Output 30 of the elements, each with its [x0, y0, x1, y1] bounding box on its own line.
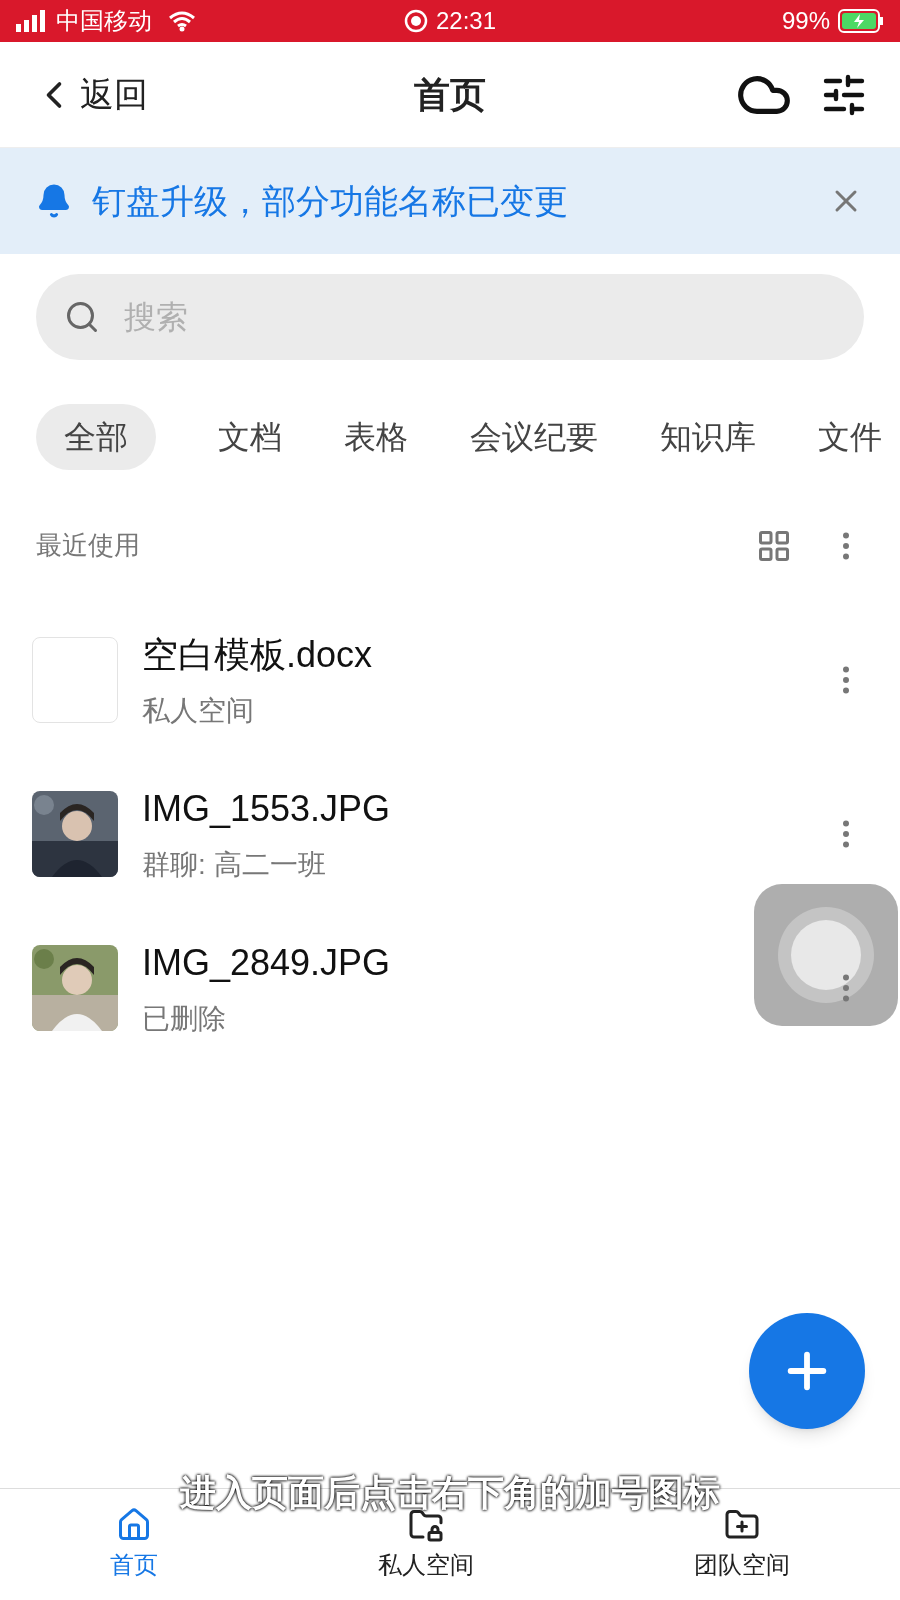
- file-name[interactable]: IMG_2849.JPG: [142, 936, 391, 990]
- search-field[interactable]: 搜索: [36, 274, 864, 360]
- home-icon: [116, 1506, 152, 1543]
- carrier-name: 中国移动: [56, 6, 152, 36]
- clock-time: 22:31: [435, 6, 497, 36]
- video-caption: 进入页面后点击右下角的加号图标: [180, 1471, 720, 1515]
- banner-text: 钉盘升级，部分功能名称已变更: [92, 180, 568, 222]
- section-title: 最近使用: [36, 529, 140, 562]
- nav-tab[interactable]: 首页: [110, 1506, 158, 1583]
- filter-tab[interactable]: 文件: [818, 404, 882, 470]
- wifi-icon: [168, 10, 196, 32]
- file-name[interactable]: 空白模板.docx: [142, 628, 373, 682]
- filter-tab[interactable]: 文档: [218, 404, 282, 470]
- battery-icon: [838, 9, 884, 33]
- back-button[interactable]: 返回: [32, 69, 148, 120]
- file-name[interactable]: IMG_1553.JPG: [142, 782, 391, 836]
- file-location: 私人空间: [142, 694, 255, 728]
- filter-tab[interactable]: 全部: [36, 404, 156, 470]
- search-input[interactable]: 搜索: [124, 293, 624, 341]
- file-location: 已删除: [142, 1002, 227, 1036]
- page-title: 首页: [414, 72, 486, 117]
- filter-tab[interactable]: 会议纪要: [470, 404, 598, 470]
- bell-icon: [36, 183, 72, 219]
- signal-icon: [16, 10, 48, 32]
- file-location: 群聊: 高二一班: [142, 848, 327, 882]
- filter-tab[interactable]: 表格: [344, 404, 408, 470]
- record-icon: [403, 9, 428, 33]
- battery-percent: 99%: [781, 6, 830, 36]
- filter-tab[interactable]: 知识库: [660, 404, 756, 470]
- search-icon: [64, 299, 100, 335]
